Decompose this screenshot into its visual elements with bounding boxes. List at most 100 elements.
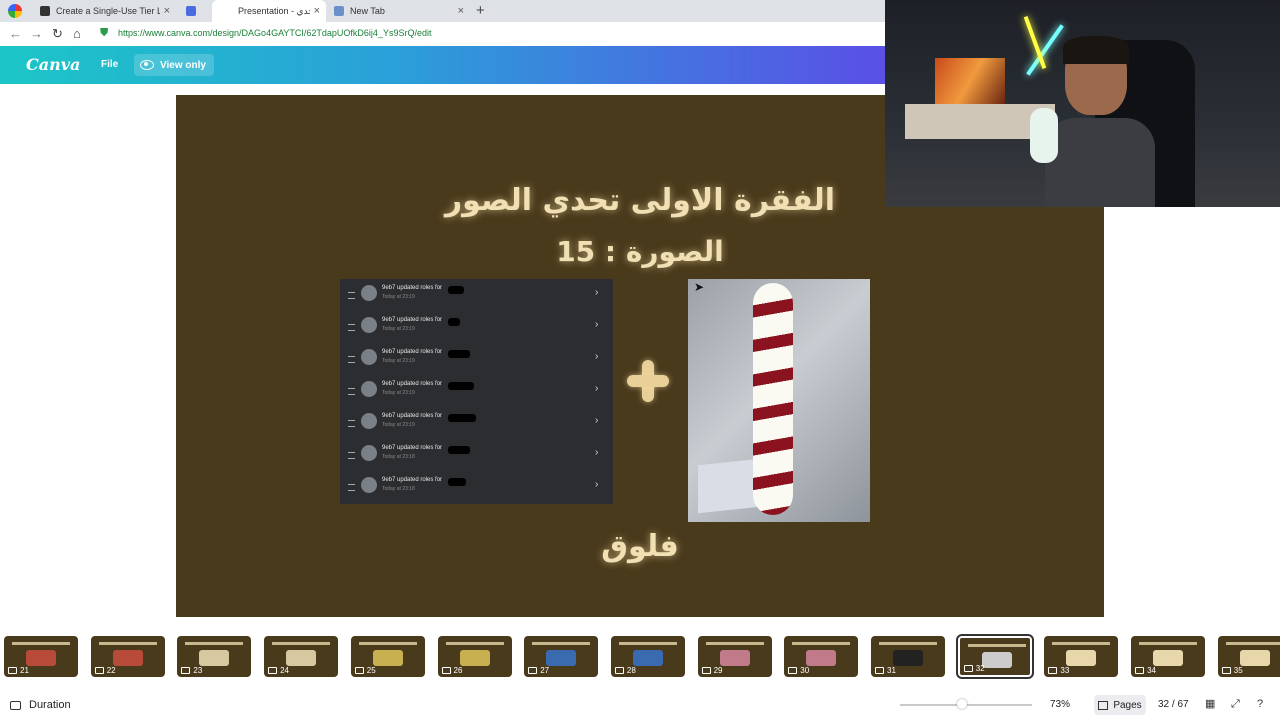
audit-log-time: Today at 23:19 bbox=[382, 294, 415, 300]
chevron-right-icon: › bbox=[595, 479, 599, 490]
page-thumbnail[interactable]: 23 bbox=[177, 636, 252, 677]
thumbnail-art bbox=[459, 650, 490, 666]
help-icon[interactable]: ? bbox=[1257, 699, 1267, 710]
audit-log-row: 9eb7 updated roles for Today at 23:18 › bbox=[340, 439, 613, 471]
avatar bbox=[361, 381, 377, 397]
audit-log-text: 9eb7 updated roles for bbox=[382, 317, 443, 323]
thumbnail-number: 22 bbox=[95, 666, 116, 675]
roles-icon bbox=[348, 420, 355, 427]
thumbnail-art bbox=[1066, 650, 1097, 666]
zoom-level[interactable]: 73% bbox=[1050, 699, 1070, 710]
page-thumbnail[interactable]: 30 bbox=[784, 636, 859, 677]
page-thumbnail[interactable]: 33 bbox=[1044, 636, 1119, 677]
thumbnail-title bbox=[879, 642, 937, 645]
thumbnail-number: 34 bbox=[1135, 666, 1156, 675]
zoom-slider-handle[interactable] bbox=[957, 699, 968, 709]
thumbnail-title bbox=[967, 644, 1026, 647]
streamer bbox=[1045, 36, 1155, 207]
page-thumbnail[interactable]: 25 bbox=[350, 636, 425, 677]
audit-log-row: 9eb7 updated roles for Today at 23:19 › bbox=[340, 407, 613, 439]
avatar bbox=[361, 317, 377, 333]
back-icon[interactable]: ← bbox=[9, 26, 22, 41]
thumbnail-title bbox=[1225, 642, 1280, 645]
thumbnail-number: 31 bbox=[875, 666, 896, 675]
forward-icon[interactable]: → bbox=[30, 26, 43, 41]
tab-new-tab[interactable]: New Tab × bbox=[328, 0, 470, 22]
pages-button[interactable]: Pages bbox=[1094, 695, 1146, 715]
audit-log-text: 9eb7 updated roles for bbox=[382, 349, 443, 355]
tab-presentation[interactable]: Presentation - تحدي × bbox=[212, 0, 326, 22]
audit-log-row: 9eb7 updated roles for Today at 23:19 › bbox=[340, 343, 613, 375]
page-thumbnail[interactable]: 34 bbox=[1131, 636, 1206, 677]
audit-log-time: Today at 23:18 bbox=[382, 454, 415, 460]
close-icon[interactable]: × bbox=[164, 5, 170, 17]
reload-icon[interactable]: ↻ bbox=[52, 26, 63, 42]
slide-footer-label: فلوق bbox=[601, 529, 679, 564]
redaction-mark bbox=[448, 286, 464, 294]
eye-icon bbox=[140, 60, 154, 70]
audit-log-time: Today at 23:18 bbox=[382, 486, 415, 492]
streamer-hair bbox=[1063, 36, 1129, 64]
canva-logo[interactable]: Canva bbox=[26, 55, 80, 74]
flower-garland-photo bbox=[688, 279, 870, 522]
page-thumbnail[interactable]: 31 bbox=[871, 636, 945, 677]
page-thumbnail[interactable]: 28 bbox=[610, 636, 685, 677]
chevron-right-icon: › bbox=[595, 383, 599, 394]
avatar bbox=[361, 285, 377, 301]
thumbnail-art bbox=[806, 650, 837, 666]
page-thumbnail[interactable]: 35 bbox=[1217, 636, 1280, 677]
thumbnail-title bbox=[185, 642, 244, 645]
view-only-button[interactable]: View only bbox=[134, 54, 214, 76]
thumbnail-number: 23 bbox=[181, 666, 202, 675]
page-thumbnail[interactable]: 27 bbox=[524, 636, 599, 677]
browser-tab-bar: Create a Single-Use Tier List ( × Presen… bbox=[0, 0, 885, 22]
grid-view-icon[interactable]: ▦ bbox=[1205, 699, 1215, 710]
new-tab-button[interactable]: + bbox=[476, 2, 485, 19]
duration-icon bbox=[10, 700, 21, 710]
roles-icon bbox=[348, 324, 355, 331]
roles-icon bbox=[348, 388, 355, 395]
view-only-label: View only bbox=[160, 59, 206, 71]
page-thumbnail[interactable]: 24 bbox=[264, 636, 339, 677]
audit-log-row: 9eb7 updated roles for Today at 23:19 › bbox=[340, 311, 613, 343]
page-thumbnail[interactable]: 32 bbox=[955, 634, 1034, 679]
audit-log-time: Today at 23:19 bbox=[382, 390, 415, 396]
audit-log-row: 9eb7 updated roles for Today at 23:18 › bbox=[340, 471, 613, 503]
home-icon[interactable]: ⌂ bbox=[73, 26, 81, 41]
thumbnail-title bbox=[445, 642, 504, 645]
thumbnail-art bbox=[26, 650, 56, 666]
thumbnail-art bbox=[286, 650, 317, 666]
thumbnail-number: 21 bbox=[8, 666, 29, 675]
close-icon[interactable]: × bbox=[314, 5, 320, 17]
address-bar: ← → ↻ ⌂ ⛊ https://www.canva.com/design/D… bbox=[0, 22, 885, 47]
thumbnail-art bbox=[981, 652, 1012, 668]
canva-header: Canva File View only bbox=[0, 46, 885, 84]
audit-log-text: 9eb7 updated roles for bbox=[382, 413, 443, 419]
thumbnail-title bbox=[272, 642, 331, 645]
thumbnail-art bbox=[1153, 650, 1184, 666]
page-thumbnail[interactable]: 21 bbox=[4, 636, 78, 677]
url-field[interactable]: https://www.canva.com/design/DAGo4GAYTCI… bbox=[118, 28, 431, 38]
redaction-mark bbox=[448, 318, 460, 326]
thumbnail-number: 25 bbox=[355, 666, 376, 675]
tab-title: Presentation - تحدي bbox=[238, 5, 310, 16]
close-icon[interactable]: × bbox=[458, 5, 464, 17]
tab-tier-list[interactable]: Create a Single-Use Tier List ( × bbox=[34, 0, 176, 22]
thumbnail-art bbox=[372, 650, 403, 666]
browser-logo-icon bbox=[8, 4, 22, 18]
chevron-right-icon: › bbox=[595, 287, 599, 298]
roles-icon bbox=[348, 292, 355, 299]
page-thumbnail[interactable]: 22 bbox=[90, 636, 165, 677]
discord-audit-log-screenshot: 9eb7 updated roles for Today at 23:19 › 9eb… bbox=[340, 279, 613, 504]
shield-icon: ⛊ bbox=[100, 27, 109, 39]
page-thumbnail[interactable]: 29 bbox=[697, 636, 772, 677]
thumbnail-title bbox=[1139, 642, 1198, 645]
thumbnail-number: 29 bbox=[702, 666, 723, 675]
thumbnail-title bbox=[532, 642, 591, 645]
tab-extension[interactable] bbox=[180, 0, 210, 22]
duration-button[interactable]: Duration bbox=[10, 699, 71, 711]
file-menu-button[interactable]: File bbox=[101, 59, 118, 70]
page-thumbnail[interactable]: 26 bbox=[437, 636, 512, 677]
avatar bbox=[361, 349, 377, 365]
fullscreen-icon[interactable]: ⤢ bbox=[1231, 699, 1241, 710]
